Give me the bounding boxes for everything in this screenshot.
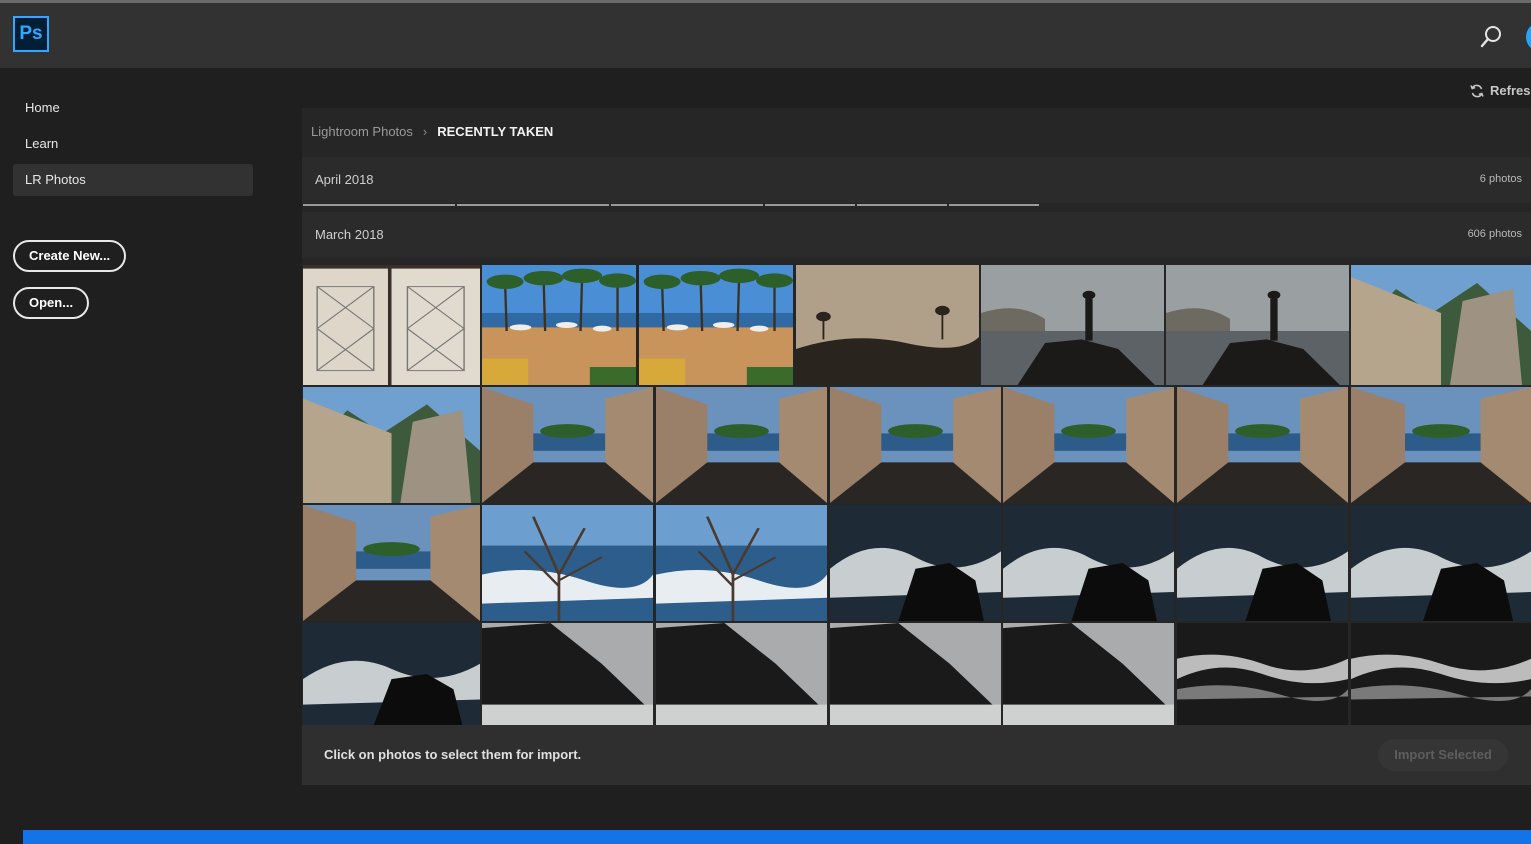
photo-thumbnail[interactable] [1003, 623, 1174, 725]
sidebar: Home Learn LR Photos Create New... Open.… [0, 68, 270, 844]
import-hint: Click on photos to select them for impor… [324, 747, 582, 762]
avatar[interactable] [1526, 22, 1531, 52]
photo-thumbnail[interactable] [1351, 505, 1531, 621]
import-footer: Click on photos to select them for impor… [302, 725, 1531, 785]
group-march-2018[interactable]: March 2018 606 photos [302, 212, 1531, 258]
photo-thumbnail[interactable] [656, 387, 827, 503]
photo-thumbnail[interactable] [830, 505, 1001, 621]
collapsed-photo-strip[interactable] [611, 204, 763, 206]
search-icon[interactable] [1478, 24, 1504, 50]
open-button[interactable]: Open... [13, 287, 90, 319]
photo-thumbnail[interactable] [303, 505, 480, 621]
photo-thumbnail[interactable] [796, 265, 979, 385]
photo-thumbnail[interactable] [1177, 505, 1348, 621]
photo-thumbnail[interactable] [482, 387, 653, 503]
group-april-2018[interactable]: April 2018 6 photos [302, 157, 1531, 203]
collapsed-photo-strip[interactable] [857, 204, 947, 206]
app-header: Ps [0, 3, 1531, 68]
photo-thumbnail[interactable] [981, 265, 1164, 385]
collapsed-photo-strip[interactable] [457, 204, 609, 206]
refresh-label: Refresh [1490, 83, 1531, 98]
photo-thumbnail[interactable] [1177, 387, 1348, 503]
sidebar-item-lr-photos[interactable]: LR Photos [13, 164, 253, 196]
photo-thumbnail[interactable] [1177, 623, 1348, 725]
photo-grid [302, 265, 1531, 725]
progress-banner [23, 830, 1531, 844]
breadcrumb-lightroom-photos[interactable]: Lightroom Photos [311, 124, 413, 139]
photo-thumbnail[interactable] [1351, 265, 1531, 385]
collapsed-photo-strip[interactable] [303, 204, 455, 206]
photo-thumbnail[interactable] [1003, 505, 1174, 621]
photo-thumbnail[interactable] [1166, 265, 1349, 385]
photo-thumbnail[interactable] [830, 387, 1001, 503]
group-label: April 2018 [315, 172, 374, 187]
photo-thumbnail[interactable] [656, 505, 827, 621]
collapsed-photo-strip[interactable] [949, 204, 1039, 206]
photo-thumbnail[interactable] [1351, 387, 1531, 503]
photo-thumbnail[interactable] [303, 387, 480, 503]
photo-thumbnail[interactable] [1351, 623, 1531, 725]
photoshop-logo[interactable]: Ps [13, 16, 49, 52]
group-count: 6 photos [1479, 173, 1522, 185]
group-label: March 2018 [315, 227, 384, 242]
group-count: 606 photos [1467, 228, 1522, 240]
photo-thumbnail[interactable] [656, 623, 827, 725]
refresh-icon [1470, 84, 1484, 98]
breadcrumb: Lightroom Photos › RECENTLY TAKEN [311, 124, 553, 139]
photo-thumbnail[interactable] [303, 265, 480, 385]
photo-thumbnail[interactable] [482, 505, 653, 621]
photo-thumbnail[interactable] [830, 623, 1001, 725]
import-selected-button[interactable]: Import Selected [1378, 739, 1508, 771]
refresh-button[interactable]: Refresh [1470, 83, 1531, 103]
chevron-right-icon: › [422, 124, 428, 139]
photo-thumbnail[interactable] [482, 623, 653, 725]
photo-thumbnail[interactable] [303, 623, 480, 725]
photo-thumbnail[interactable] [639, 265, 793, 385]
photo-browser-panel: Lightroom Photos › RECENTLY TAKEN April 20… [302, 108, 1531, 785]
photo-thumbnail[interactable] [1003, 387, 1174, 503]
breadcrumb-current: RECENTLY TAKEN [437, 124, 554, 139]
create-new-button[interactable]: Create New... [13, 240, 127, 272]
sidebar-item-home[interactable]: Home [13, 92, 253, 124]
sidebar-item-learn[interactable]: Learn [13, 128, 253, 160]
collapsed-photo-strip[interactable] [765, 204, 855, 206]
photo-thumbnail[interactable] [482, 265, 636, 385]
